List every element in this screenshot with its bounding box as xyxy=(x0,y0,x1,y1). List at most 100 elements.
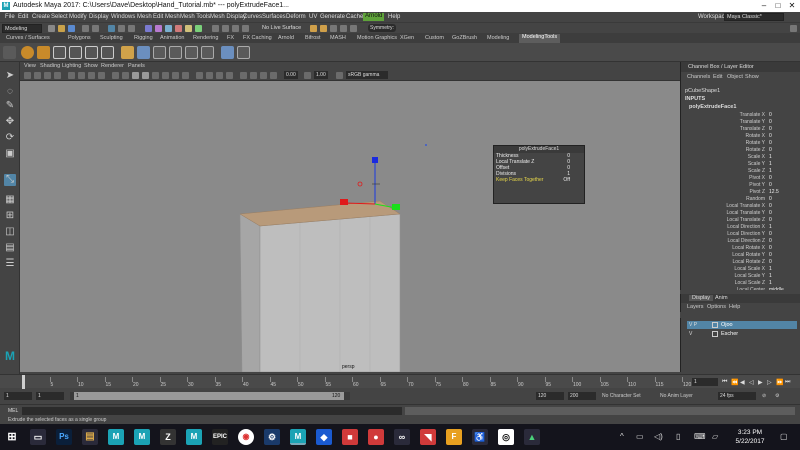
smooth-icon[interactable] xyxy=(221,46,234,59)
wireframe-icon[interactable] xyxy=(132,72,139,79)
channel-attr-row[interactable]: Local Scale X 1 xyxy=(681,266,800,273)
menu-mesh-display[interactable]: Mesh Display xyxy=(210,14,246,20)
image-plane-icon[interactable] xyxy=(54,72,61,79)
channel-attr-row[interactable]: Local Scale Y 1 xyxy=(681,273,800,280)
app-red2-icon[interactable]: ◥ xyxy=(420,429,436,445)
channel-attr-row[interactable]: Pivot Y 0 xyxy=(681,182,800,189)
channel-attr-value[interactable]: 1 xyxy=(769,161,772,167)
channel-attr-label[interactable]: Pivot Z xyxy=(749,189,765,195)
tab-xgen[interactable]: XGen xyxy=(400,35,414,41)
channel-attr-label[interactable]: Local Direction X xyxy=(727,224,765,230)
channel-attr-label[interactable]: Rotate Z xyxy=(746,147,765,153)
field-chart-icon[interactable] xyxy=(112,72,119,79)
fps-dropdown[interactable]: 24 fps xyxy=(718,392,756,400)
open-scene-icon[interactable] xyxy=(58,25,65,32)
le-menu-layers[interactable]: Layers xyxy=(687,304,704,310)
safe-action-icon[interactable] xyxy=(122,72,129,79)
auto-key-icon[interactable]: ⊘ xyxy=(762,393,766,399)
task-view-icon[interactable]: ▭ xyxy=(30,429,46,445)
scale-tool-icon[interactable]: ▣ xyxy=(4,148,16,160)
le-menu-help[interactable]: Help xyxy=(729,304,740,310)
play-backward-icon[interactable]: ◁ xyxy=(749,379,754,386)
playback-start-field[interactable]: 1 xyxy=(36,392,64,400)
go-to-end-icon[interactable]: ⏭ xyxy=(785,379,790,386)
channel-attr-value[interactable]: 0 xyxy=(769,175,772,181)
scene-view[interactable] xyxy=(20,81,680,372)
channel-attr-label[interactable]: Local Translate X xyxy=(726,203,765,209)
channel-attr-value[interactable]: 12.5 xyxy=(769,189,779,195)
bridge-icon[interactable] xyxy=(85,46,98,59)
tab-rendering[interactable]: Rendering xyxy=(193,35,218,41)
chrome-icon[interactable]: ◉ xyxy=(238,429,254,445)
film-gate-icon[interactable] xyxy=(78,72,85,79)
mudbox-icon[interactable]: M xyxy=(186,429,202,445)
tray-chevron-icon[interactable]: ^ xyxy=(620,432,624,441)
minimize-button[interactable]: – xyxy=(758,1,770,11)
snap-grid-icon[interactable] xyxy=(212,25,219,32)
epic-launcher-icon[interactable]: EPIC xyxy=(212,429,228,445)
app-red-icon[interactable]: ■ xyxy=(342,429,358,445)
prev-key-icon[interactable]: ◀ xyxy=(740,379,745,386)
channel-attr-value[interactable]: 0 xyxy=(769,126,772,132)
channel-attr-label[interactable]: Rotate Y xyxy=(746,140,765,146)
play-forward-icon[interactable]: ▶ xyxy=(758,379,763,386)
channel-attr-value[interactable]: 0 xyxy=(769,133,772,139)
channel-attr-label[interactable]: Local Center xyxy=(737,287,765,290)
tab-anim-layers[interactable]: Anim xyxy=(715,295,728,301)
playback-end-field[interactable]: 120 xyxy=(536,392,564,400)
channel-attr-row[interactable]: Local Direction Y 0 xyxy=(681,231,800,238)
channel-attr-value[interactable]: 1 xyxy=(769,273,772,279)
motion-blur-icon[interactable] xyxy=(206,72,213,79)
menu-edit[interactable]: Edit xyxy=(18,14,28,20)
app-figure-icon[interactable]: ♿ xyxy=(472,429,488,445)
render-icon[interactable] xyxy=(310,25,317,32)
quad-draw-icon[interactable] xyxy=(153,46,166,59)
insert-edge-loop-icon[interactable] xyxy=(169,46,182,59)
gate-mask-icon[interactable] xyxy=(98,72,105,79)
menu-mesh[interactable]: Mesh xyxy=(137,14,152,20)
channel-attr-label[interactable]: Random xyxy=(746,196,765,202)
step-forward-icon[interactable]: ⏩ xyxy=(776,379,783,386)
channel-attr-row[interactable]: Translate Z 0 xyxy=(681,126,800,133)
channel-attr-label[interactable]: Translate X xyxy=(740,112,765,118)
channel-attr-label[interactable]: Rotate X xyxy=(746,133,765,139)
tab-mash[interactable]: MASH xyxy=(330,35,346,41)
select-component-icon[interactable] xyxy=(128,25,135,32)
menu-display[interactable]: Display xyxy=(89,14,109,20)
textured-icon[interactable] xyxy=(162,72,169,79)
exposure-field[interactable]: 0.00 xyxy=(284,71,298,79)
command-input[interactable] xyxy=(22,407,402,415)
select-object-icon[interactable] xyxy=(118,25,125,32)
vp-menu-shading[interactable]: Shading xyxy=(40,63,60,69)
channel-attr-label[interactable]: Local Translate Y xyxy=(726,210,765,216)
layer-row[interactable]: V Escher xyxy=(687,330,797,338)
channel-attr-row[interactable]: Rotate Z 0 xyxy=(681,147,800,154)
menu-create[interactable]: Create xyxy=(32,14,50,20)
channel-attr-row[interactable]: Local Rotate Z 0 xyxy=(681,259,800,266)
shelf-menu-icon[interactable] xyxy=(3,46,16,59)
snap-view-icon[interactable] xyxy=(242,25,249,32)
battery-icon[interactable]: ▯ xyxy=(676,432,680,441)
target-weld-icon[interactable] xyxy=(137,46,150,59)
app-record-icon[interactable]: ● xyxy=(368,429,384,445)
camera-icon[interactable] xyxy=(24,72,31,79)
channel-attr-label[interactable]: Local Scale Y xyxy=(735,273,765,279)
hypershade-icon[interactable] xyxy=(340,25,347,32)
camera-attrs-icon[interactable] xyxy=(34,72,41,79)
mel-label[interactable]: MEL xyxy=(8,408,18,414)
single-pane-layout-icon[interactable]: ▦ xyxy=(4,194,16,206)
channel-attr-label[interactable]: Local Scale Z xyxy=(735,280,765,286)
steam-icon[interactable]: ⚙ xyxy=(264,429,280,445)
viewport-persp[interactable]: persp xyxy=(20,81,680,372)
channel-attr-label[interactable]: Scale X xyxy=(748,154,765,160)
paint-select-tool-icon[interactable]: ✎ xyxy=(4,100,16,112)
notifications-icon[interactable]: ▢ xyxy=(780,432,788,441)
tab-gozbrush[interactable]: GoZBrush xyxy=(452,35,477,41)
box-left-face[interactable] xyxy=(239,213,261,372)
channel-attr-value[interactable]: 0 xyxy=(769,217,772,223)
wireframe-on-shaded-icon[interactable] xyxy=(152,72,159,79)
channel-attr-value[interactable]: 0 xyxy=(769,140,772,146)
gamma-field[interactable]: 1.00 xyxy=(314,71,328,79)
channel-attr-value[interactable]: 1 xyxy=(769,168,772,174)
select-hierarchy-icon[interactable] xyxy=(108,25,115,32)
